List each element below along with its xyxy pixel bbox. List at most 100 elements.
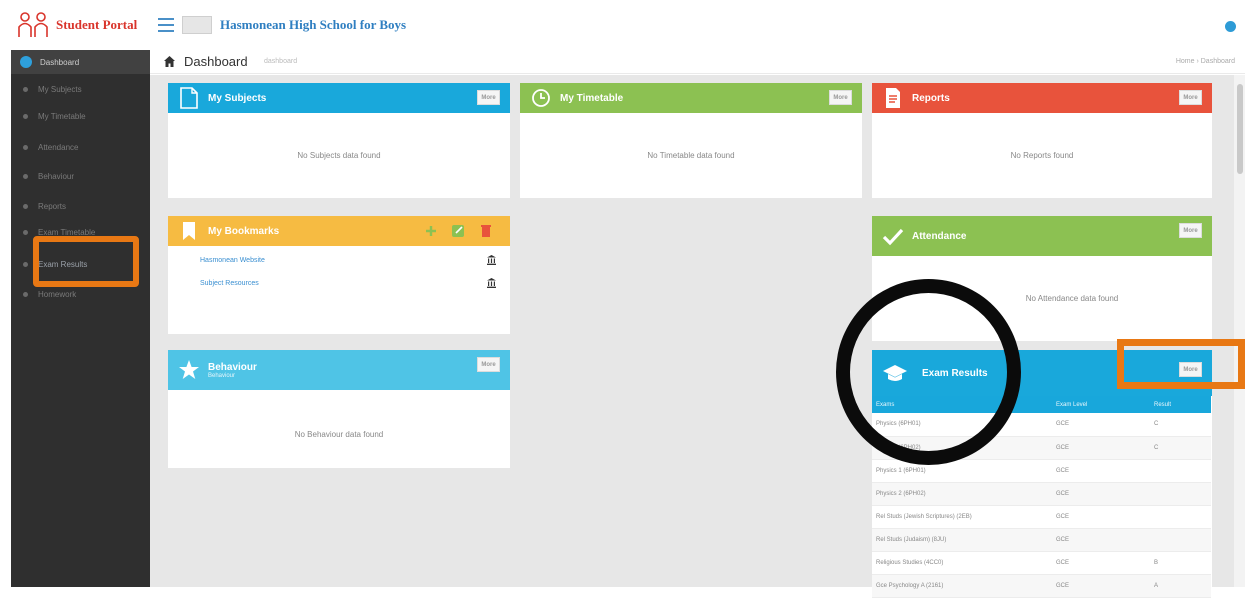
scrollbar-thumb[interactable] bbox=[1237, 84, 1243, 174]
content-header: Dashboard dashboard Home › Dashboard bbox=[150, 50, 1245, 74]
reports-more-button[interactable]: More bbox=[1179, 90, 1202, 105]
reports-empty-message: No Reports found bbox=[1010, 151, 1074, 160]
bullet-icon bbox=[23, 229, 28, 235]
dashboard-icon bbox=[20, 56, 32, 68]
behaviour-more-button[interactable]: More bbox=[477, 357, 500, 372]
exam-result-cell: A bbox=[1150, 574, 1211, 598]
sidebar-item-label: Reports bbox=[38, 201, 67, 211]
column-header-exam-level[interactable]: Exam Level bbox=[1050, 396, 1150, 413]
table-row: Gce Psychology A (2161) GCE A bbox=[872, 574, 1211, 598]
bullet-icon bbox=[23, 261, 28, 267]
sidebar-item-my-timetable[interactable]: My Timetable bbox=[11, 104, 150, 128]
add-bookmark-icon[interactable] bbox=[426, 226, 436, 236]
subjects-panel-header: My Subjects More bbox=[168, 83, 510, 113]
exam-level-cell: GCE bbox=[1050, 482, 1150, 506]
table-row: Rel Studs (Jewish Scriptures) (2EB) GCE bbox=[872, 505, 1211, 529]
edit-bookmark-icon[interactable] bbox=[452, 224, 466, 237]
table-row: Rel Studs (Judaism) (8JU) GCE bbox=[872, 528, 1211, 552]
exam-result-cell bbox=[1150, 459, 1211, 483]
students-logo-icon bbox=[18, 12, 48, 37]
behaviour-panel-header: Behaviour Behaviour More bbox=[168, 350, 510, 390]
bookmark-icon bbox=[183, 222, 195, 240]
exam-name-cell: Physics 1 (6PH01) bbox=[872, 459, 1050, 483]
sidebar-item-label: My Subjects bbox=[38, 84, 82, 94]
exam-level-cell: GCE bbox=[1050, 551, 1150, 575]
exam-level-cell: GCE bbox=[1050, 413, 1150, 437]
clock-icon bbox=[532, 89, 550, 107]
brand[interactable]: Student Portal bbox=[16, 10, 137, 40]
institution-icon[interactable] bbox=[487, 278, 496, 288]
attendance-more-button[interactable]: More bbox=[1179, 223, 1202, 238]
highlight-box-exam-results-more bbox=[1117, 339, 1245, 389]
sidebar-item-behaviour[interactable]: Behaviour bbox=[11, 164, 150, 188]
menu-toggle-icon[interactable] bbox=[158, 18, 174, 32]
settings-icon[interactable] bbox=[1225, 21, 1236, 32]
sidebar-item-label: Attendance bbox=[38, 142, 79, 152]
behaviour-panel-subtitle: Behaviour bbox=[208, 372, 236, 379]
exam-level-cell: GCE bbox=[1050, 505, 1150, 529]
behaviour-title-group: Behaviour Behaviour bbox=[208, 362, 257, 379]
institution-icon[interactable] bbox=[487, 255, 496, 265]
sidebar-item-attendance[interactable]: Attendance bbox=[11, 135, 150, 159]
table-row: Religious Studies (4CC0) GCE B bbox=[872, 551, 1211, 575]
reports-panel-header: Reports More bbox=[872, 83, 1212, 113]
bullet-icon bbox=[23, 144, 28, 150]
column-header-result[interactable]: Result bbox=[1150, 396, 1211, 413]
exam-name-cell: Rel Studs (Jewish Scriptures) (2EB) bbox=[872, 505, 1050, 529]
sidebar-item-my-subjects[interactable]: My Subjects bbox=[11, 77, 150, 101]
bullet-icon bbox=[23, 291, 28, 297]
delete-bookmark-icon[interactable] bbox=[481, 224, 491, 237]
subjects-empty-message: No Subjects data found bbox=[297, 151, 381, 160]
bookmarks-panel: My Bookmarks Hasmonean Website Subject R… bbox=[168, 216, 510, 334]
exam-result-cell: C bbox=[1150, 413, 1211, 437]
timetable-panel: My Timetable More No Timetable data foun… bbox=[520, 83, 862, 198]
bookmarks-panel-title: My Bookmarks bbox=[208, 225, 280, 237]
breadcrumb[interactable]: Home › Dashboard bbox=[1176, 58, 1235, 65]
highlight-box-exam-results-nav bbox=[33, 236, 139, 287]
timetable-panel-title: My Timetable bbox=[560, 92, 624, 104]
exam-level-cell: GCE bbox=[1050, 528, 1150, 552]
star-icon bbox=[179, 360, 199, 379]
school-name: Hasmonean High School for Boys bbox=[220, 17, 407, 32]
exam-result-cell: C bbox=[1150, 436, 1211, 460]
attendance-panel-title: Attendance bbox=[912, 230, 967, 242]
exam-name-cell: Physics 2 (6PH02) bbox=[872, 482, 1050, 506]
bullet-icon bbox=[23, 173, 28, 179]
home-icon[interactable] bbox=[164, 56, 175, 67]
behaviour-panel: Behaviour Behaviour More No Behaviour da… bbox=[168, 350, 510, 468]
sidebar-item-label: Behaviour bbox=[38, 171, 75, 181]
table-row: Physics 2 (6PH02) GCE bbox=[872, 482, 1211, 506]
exam-name-cell: Gce Psychology A (2161) bbox=[872, 574, 1050, 598]
timetable-more-button[interactable]: More bbox=[829, 90, 852, 105]
subjects-more-button[interactable]: More bbox=[477, 90, 500, 105]
document-icon bbox=[180, 87, 198, 109]
top-bar: Student Portal Hasmonean High School for… bbox=[0, 0, 1245, 50]
reports-panel-title: Reports bbox=[912, 92, 950, 104]
sidebar-item-dashboard[interactable]: Dashboard bbox=[11, 50, 150, 74]
bookmark-link-hasmonean-website[interactable]: Hasmonean Website bbox=[200, 257, 265, 264]
report-document-icon bbox=[886, 88, 900, 108]
subjects-panel-title: My Subjects bbox=[208, 92, 267, 104]
bullet-icon bbox=[23, 203, 28, 209]
bookmark-link-subject-resources[interactable]: Subject Resources bbox=[200, 280, 259, 287]
behaviour-empty-message: No Behaviour data found bbox=[294, 430, 384, 439]
exam-level-cell: GCE bbox=[1050, 459, 1150, 483]
brand-name: Student Portal bbox=[56, 17, 138, 32]
subjects-panel: My Subjects More No Subjects data found bbox=[168, 83, 510, 198]
exam-level-cell: GCE bbox=[1050, 574, 1150, 598]
school-logo bbox=[182, 16, 212, 34]
timetable-panel-header: My Timetable More bbox=[520, 83, 862, 113]
timetable-empty-message: No Timetable data found bbox=[647, 151, 735, 160]
sidebar-item-label: My Timetable bbox=[38, 111, 86, 121]
exam-result-cell: B bbox=[1150, 551, 1211, 575]
exam-result-cell bbox=[1150, 505, 1211, 529]
sidebar-item-label: Homework bbox=[38, 289, 77, 299]
checkmark-icon bbox=[882, 228, 904, 246]
exam-result-cell bbox=[1150, 528, 1211, 552]
exam-result-cell bbox=[1150, 482, 1211, 506]
page-title: Dashboard bbox=[184, 54, 248, 69]
bookmarks-panel-header: My Bookmarks bbox=[168, 216, 510, 246]
reports-panel: Reports More No Reports found bbox=[872, 83, 1212, 198]
sidebar-item-reports[interactable]: Reports bbox=[11, 194, 150, 218]
sidebar: Dashboard My Subjects My Timetable Atten… bbox=[11, 50, 150, 587]
